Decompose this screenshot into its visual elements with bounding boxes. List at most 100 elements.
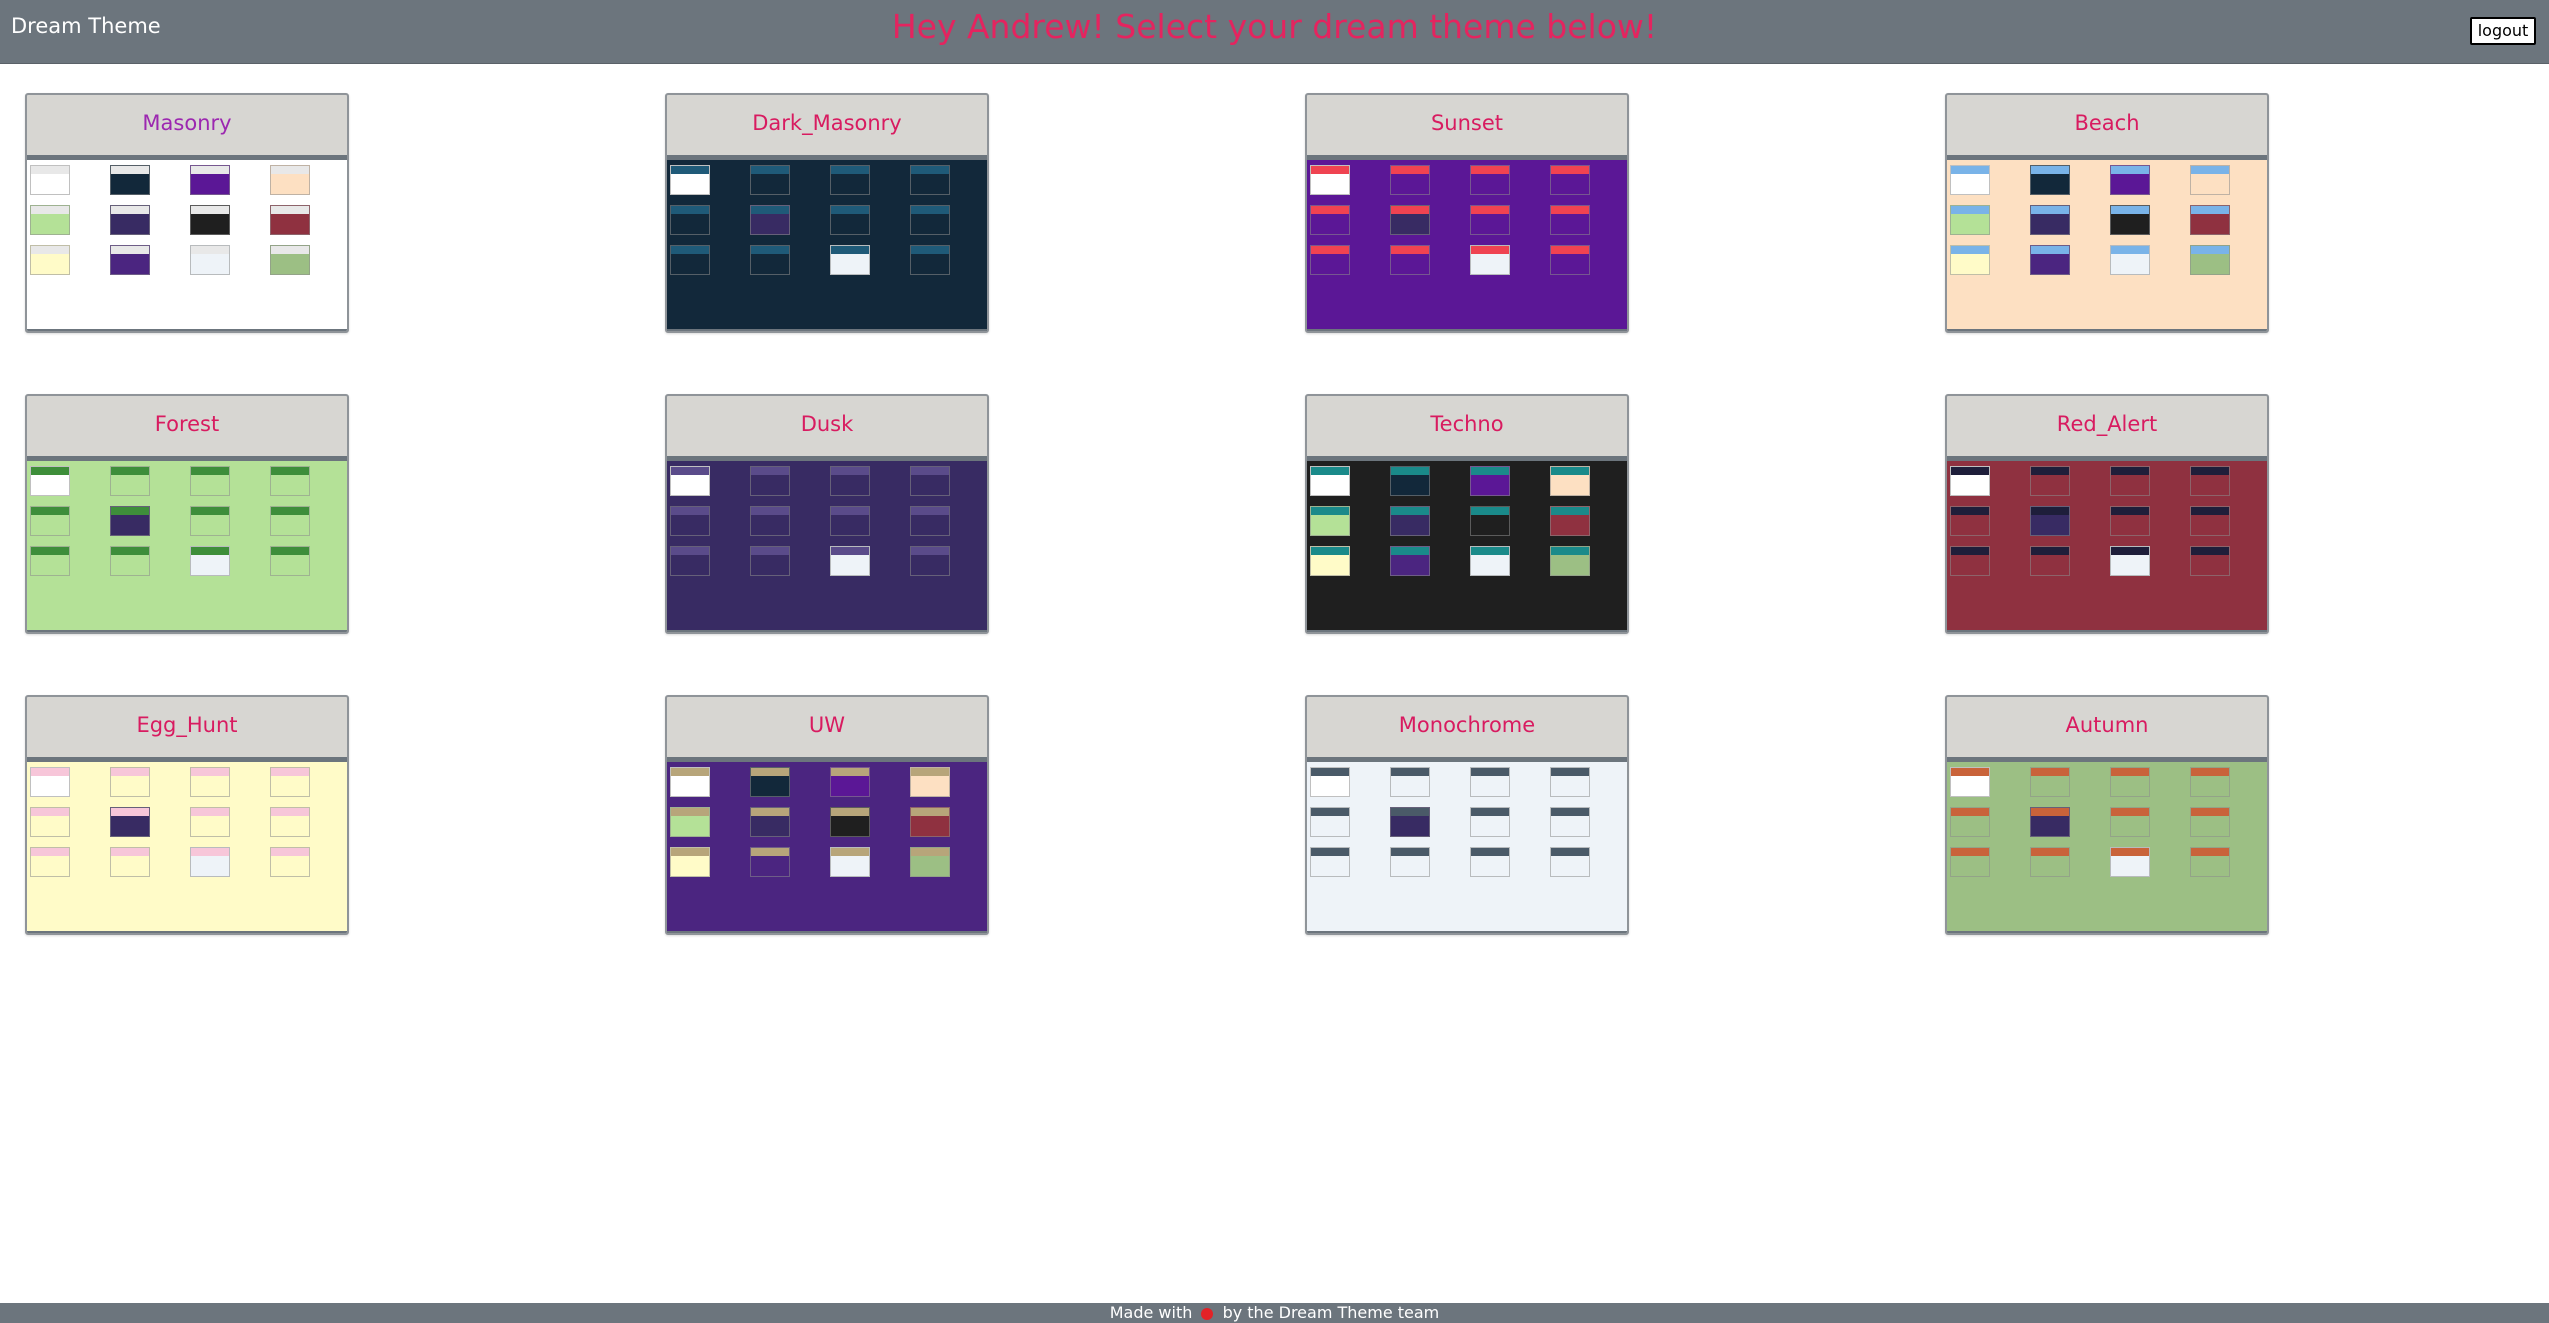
theme-card-monochrome[interactable]: Monochrome — [1305, 695, 1629, 935]
preview-tile-header — [2031, 166, 2069, 174]
preview-tile — [30, 205, 70, 235]
preview-tile-header — [2031, 467, 2069, 475]
preview-tile — [1550, 506, 1590, 536]
preview-tile — [190, 205, 230, 235]
preview-tile — [1950, 466, 1990, 496]
preview-tile — [670, 767, 710, 797]
preview-tile — [2110, 245, 2150, 275]
theme-card-title: Techno — [1430, 412, 1504, 436]
theme-card-dusk[interactable]: Dusk — [665, 394, 989, 634]
preview-tile-header — [671, 547, 709, 555]
theme-card-title: Dusk — [800, 412, 854, 436]
preview-tile-header — [1951, 547, 1989, 555]
preview-tile-header — [1471, 848, 1509, 856]
preview-tile — [190, 546, 230, 576]
theme-card-red-alert[interactable]: Red_Alert — [1945, 394, 2269, 634]
preview-tile — [1950, 506, 1990, 536]
preview-tile-header — [751, 206, 789, 214]
preview-tile — [750, 165, 790, 195]
footer-prefix: Made with — [1109, 1303, 1193, 1322]
preview-tile — [190, 807, 230, 837]
preview-tile-header — [1311, 547, 1349, 555]
theme-card-beach[interactable]: Beach — [1945, 93, 2269, 333]
preview-tile — [750, 807, 790, 837]
preview-tile — [1390, 807, 1430, 837]
preview-tile — [2030, 546, 2070, 576]
preview-tile-header — [831, 206, 869, 214]
preview-tile-header — [1471, 467, 1509, 475]
preview-tile-header — [2191, 547, 2229, 555]
preview-tile-header — [1311, 768, 1349, 776]
theme-preview-thumbnail — [1947, 757, 2267, 933]
preview-tile-header — [1551, 768, 1589, 776]
theme-card-title: Egg_Hunt — [136, 713, 238, 737]
preview-tile-header — [31, 848, 69, 856]
preview-tile-header — [271, 507, 309, 515]
theme-card-sunset[interactable]: Sunset — [1305, 93, 1629, 333]
preview-tile-header — [2111, 206, 2149, 214]
preview-tile — [910, 165, 950, 195]
preview-tile — [1470, 807, 1510, 837]
theme-card-dark-masonry[interactable]: Dark_Masonry — [665, 93, 989, 333]
logout-button[interactable]: logout — [2470, 17, 2536, 45]
preview-tile-header — [2111, 246, 2149, 254]
preview-tile-header — [911, 848, 949, 856]
preview-tile — [1550, 466, 1590, 496]
theme-card-masonry[interactable]: Masonry — [25, 93, 349, 333]
theme-card-egg-hunt[interactable]: Egg_Hunt — [25, 695, 349, 935]
preview-tile — [1550, 205, 1590, 235]
preview-tile-header — [1471, 246, 1509, 254]
theme-card-autumn[interactable]: Autumn — [1945, 695, 2269, 935]
preview-tile-header — [2191, 166, 2229, 174]
preview-footer — [667, 630, 987, 632]
preview-tile — [2190, 546, 2230, 576]
preview-tile — [2190, 165, 2230, 195]
preview-tile-header — [751, 768, 789, 776]
preview-tile-header — [831, 547, 869, 555]
preview-tile-header — [1951, 206, 1989, 214]
preview-tile-header — [1471, 547, 1509, 555]
preview-tile — [2190, 847, 2230, 877]
preview-tile-header — [1951, 768, 1989, 776]
preview-tile — [2110, 546, 2150, 576]
preview-tile-header — [671, 206, 709, 214]
preview-tile — [270, 466, 310, 496]
theme-card-techno[interactable]: Techno — [1305, 394, 1629, 634]
preview-tile — [1310, 546, 1350, 576]
preview-tile-header — [2031, 768, 2069, 776]
preview-footer — [1307, 931, 1627, 933]
theme-card-uw[interactable]: UW — [665, 695, 989, 935]
preview-tile — [2190, 807, 2230, 837]
preview-footer — [27, 630, 347, 632]
preview-tile — [750, 466, 790, 496]
preview-tile — [2110, 165, 2150, 195]
preview-tile — [830, 245, 870, 275]
preview-tile-header — [271, 848, 309, 856]
preview-tile — [2190, 245, 2230, 275]
preview-tile — [270, 506, 310, 536]
heart-icon — [1201, 1307, 1214, 1320]
preview-tile-header — [751, 808, 789, 816]
theme-card-forest[interactable]: Forest — [25, 394, 349, 634]
preview-footer — [667, 329, 987, 331]
preview-tile — [830, 847, 870, 877]
preview-tile — [270, 165, 310, 195]
preview-tile-header — [671, 768, 709, 776]
preview-tile-header — [2191, 768, 2229, 776]
preview-tile — [2190, 466, 2230, 496]
preview-navbar — [1947, 155, 2267, 160]
preview-tile — [670, 506, 710, 536]
preview-tile-header — [831, 246, 869, 254]
preview-tile-header — [1391, 808, 1429, 816]
preview-footer — [1947, 630, 2267, 632]
preview-tile-header — [2031, 206, 2069, 214]
preview-tile — [270, 205, 310, 235]
preview-navbar — [1307, 456, 1627, 461]
preview-tile — [1310, 847, 1350, 877]
preview-tile — [2190, 506, 2230, 536]
theme-card-title: Monochrome — [1398, 713, 1536, 737]
preview-tile-header — [671, 467, 709, 475]
preview-tile — [270, 546, 310, 576]
preview-tile-header — [1311, 808, 1349, 816]
preview-navbar — [27, 155, 347, 160]
